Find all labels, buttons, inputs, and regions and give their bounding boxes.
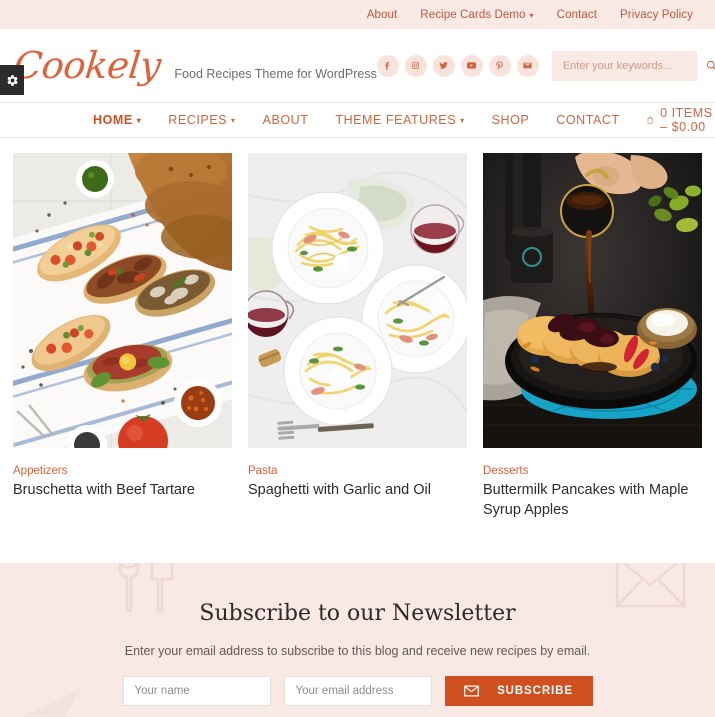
nav-item-contact[interactable]: CONTACT <box>556 113 619 127</box>
social-link-pinterest[interactable] <box>488 54 511 77</box>
social-links <box>376 54 539 77</box>
recipe-card-title[interactable]: Buttermilk Pancakes with Maple Syrup App… <box>483 481 702 520</box>
recipe-card-title[interactable]: Spaghetti with Garlic and Oil <box>248 481 467 501</box>
newsletter-subscribe-label: SUBSCRIBE <box>497 685 573 697</box>
newsletter-email-input[interactable] <box>283 676 432 706</box>
spaghetti-photo <box>248 153 467 448</box>
recipe-card-category[interactable]: Appetizers <box>13 465 232 477</box>
recipe-card-image-spaghetti[interactable] <box>248 153 467 448</box>
top-utility-nav: About Recipe Cards Demo ▾ Contact Privac… <box>367 9 693 21</box>
brand-block: Cookely Food Recipes Theme for WordPress <box>12 44 377 87</box>
recipe-card-grid: Appetizers Bruschetta with Beef Tartare <box>0 138 715 520</box>
cart-label: 0 ITEMS – $0.00 <box>660 106 713 134</box>
newsletter-title: Subscribe to our Newsletter <box>199 601 516 626</box>
social-link-twitter[interactable] <box>432 54 455 77</box>
recipe-card-title[interactable]: Bruschetta with Beef Tartare <box>13 481 232 501</box>
recipe-card-image-pancakes[interactable] <box>483 153 702 448</box>
nav-item-label: THEME FEATURES <box>335 113 457 127</box>
gear-icon <box>6 74 18 86</box>
topbar-link-privacy-policy[interactable]: Privacy Policy <box>620 9 693 21</box>
page-root: About Recipe Cards Demo ▾ Contact Privac… <box>0 0 715 717</box>
nav-item-label: ABOUT <box>262 113 309 127</box>
nav-item-shop[interactable]: SHOP <box>492 113 530 127</box>
topbar-link-label: About <box>366 8 398 21</box>
topbar-link-label: Recipe Cards Demo <box>420 8 526 21</box>
instagram-icon <box>412 62 420 69</box>
newsletter-form: SUBSCRIBE <box>0 676 715 706</box>
pancakes-photo <box>483 153 702 448</box>
shopping-bag-icon <box>647 116 653 124</box>
nav-item-label: SHOP <box>491 113 530 127</box>
recipe-card: Pasta Spaghetti with Garlic and Oil <box>248 153 467 520</box>
topbar-link-label: Contact <box>556 8 598 21</box>
topbar-link-about[interactable]: About <box>367 9 398 21</box>
topbar-link-label: Privacy Policy <box>620 8 693 21</box>
recipe-card: Desserts Buttermilk Pancakes with Maple … <box>483 153 702 520</box>
newsletter-name-input[interactable] <box>122 676 271 706</box>
nav-item-home[interactable]: HOME ▾ <box>93 113 141 127</box>
youtube-icon <box>467 62 477 69</box>
envelope-icon <box>464 685 479 697</box>
recipe-card-category[interactable]: Pasta <box>248 465 467 477</box>
bruschetta-photo <box>13 153 232 448</box>
twitter-icon <box>439 62 448 69</box>
nav-item-theme-features[interactable]: THEME FEATURES ▾ <box>335 113 464 127</box>
topbar-link-recipe-cards-demo[interactable]: Recipe Cards Demo ▾ <box>420 9 533 21</box>
newsletter-subtitle: Enter your email address to subscribe to… <box>124 644 591 658</box>
settings-gear-button[interactable] <box>0 65 24 95</box>
pinterest-icon <box>496 61 504 70</box>
newsletter-section: Subscribe to our Newsletter Enter your e… <box>0 563 715 717</box>
site-header: Cookely Food Recipes Theme for WordPress <box>0 29 715 102</box>
cart-summary[interactable]: 0 ITEMS – $0.00 <box>647 106 715 134</box>
social-link-instagram[interactable] <box>404 54 427 77</box>
search-icon <box>706 60 715 70</box>
chevron-down-icon: ▾ <box>231 116 236 125</box>
chevron-down-icon: ▾ <box>460 116 465 125</box>
search-button[interactable] <box>705 59 715 72</box>
nav-item-recipes[interactable]: RECIPES ▾ <box>168 113 235 127</box>
nav-item-label: RECIPES <box>168 113 228 127</box>
social-link-email[interactable] <box>516 54 539 77</box>
site-tagline: Food Recipes Theme for WordPress <box>174 67 377 81</box>
main-navigation: HOME ▾ RECIPES ▾ ABOUT THEME FEATURES ▾ … <box>0 102 715 138</box>
social-link-facebook[interactable] <box>376 54 399 77</box>
search-input[interactable] <box>562 59 705 72</box>
nav-item-label: HOME <box>93 113 133 127</box>
header-right-group <box>376 50 715 81</box>
recipe-card: Appetizers Bruschetta with Beef Tartare <box>13 153 232 520</box>
top-utility-bar: About Recipe Cards Demo ▾ Contact Privac… <box>0 0 715 29</box>
search-box[interactable] <box>551 50 715 81</box>
email-icon <box>523 62 532 69</box>
nav-item-about[interactable]: ABOUT <box>263 113 309 127</box>
chevron-down-icon: ▾ <box>529 10 534 20</box>
nav-item-label: CONTACT <box>556 113 620 127</box>
site-logo[interactable]: Cookely <box>12 44 163 87</box>
chevron-down-icon: ▾ <box>136 116 142 125</box>
newsletter-subscribe-button[interactable]: SUBSCRIBE <box>444 676 593 706</box>
social-link-youtube[interactable] <box>460 54 483 77</box>
facebook-icon <box>385 62 390 70</box>
recipe-card-category[interactable]: Desserts <box>483 465 702 477</box>
recipe-card-image-bruschetta[interactable] <box>13 153 232 448</box>
topbar-link-contact[interactable]: Contact <box>557 9 597 21</box>
